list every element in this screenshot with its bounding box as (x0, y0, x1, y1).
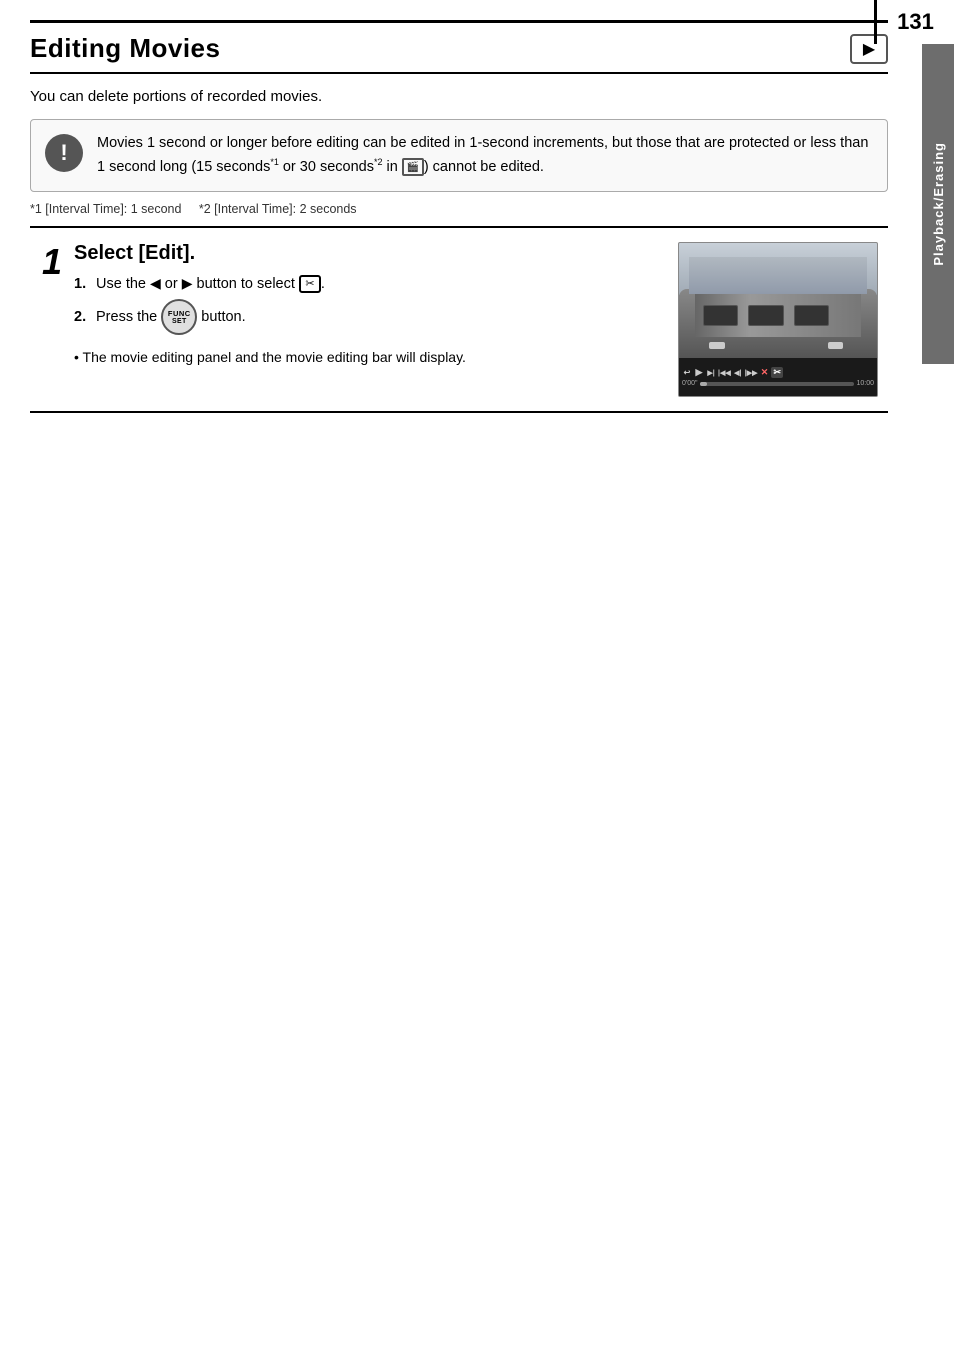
step-1-note: • The movie editing panel and the movie … (74, 347, 662, 368)
step-item-1-num: 1. (74, 276, 92, 292)
edit-scissors-icon: ✂ (299, 275, 321, 293)
pb-prev-icon[interactable]: |◀◀ (718, 369, 731, 377)
warning-text: Movies 1 second or longer before editing… (97, 132, 873, 179)
arrow-left-icon: ◀ (150, 275, 161, 292)
sidebar-chapter-tab: Playback/Erasing (922, 44, 954, 364)
pb-next-frame-icon[interactable]: ▶| (706, 369, 716, 377)
func-set-button[interactable]: FUNC SET (161, 299, 197, 335)
footnote-2: *2 [Interval Time]: 2 seconds (199, 202, 357, 216)
step-1-item-2: 2. Press the FUNC SET button. (74, 299, 662, 335)
sidebar-label: Playback/Erasing (931, 142, 946, 266)
step-item-2-num: 2. (74, 309, 92, 325)
intro-text: You can delete portions of recorded movi… (30, 88, 888, 105)
pb-slow-fwd-icon[interactable]: |▶▶ (745, 369, 758, 377)
pb-time-start: 0'00" (682, 380, 698, 387)
page-number: 131 (874, 0, 954, 44)
step-number-col: 1 (30, 242, 74, 280)
pb-play-icon[interactable]: ▶ (694, 367, 704, 378)
arrow-right-icon: ▶ (182, 275, 193, 292)
step-1-item-1: 1. Use the ◀ or ▶ button to select ✂. (74, 275, 662, 293)
page-title: Editing Movies (30, 33, 220, 64)
main-content: Editing Movies ▶ You can delete portions… (0, 0, 918, 443)
step-1-section: 1 Select [Edit]. 1. Use the ◀ or ▶ butto… (30, 226, 888, 413)
step-1-image: ↩ ▶ ▶| |◀◀ ◀| |▶▶ ✕ ✂ 0'00" 1 (678, 242, 888, 397)
pb-slow-rev-icon[interactable]: ◀| (733, 369, 743, 377)
step-1-heading: Select [Edit]. (74, 242, 662, 265)
pb-timeline: 0'00" 10:00 (682, 380, 874, 387)
step-1-note-text: The movie editing panel and the movie ed… (83, 349, 466, 365)
step-item-2-text: Press the FUNC SET button. (96, 299, 246, 335)
pb-progress-fill (700, 382, 708, 386)
screenshot: ↩ ▶ ▶| |◀◀ ◀| |▶▶ ✕ ✂ 0'00" 1 (678, 242, 878, 397)
step-item-1-text: Use the ◀ or ▶ button to select ✂. (96, 275, 325, 293)
warning-box: ! Movies 1 second or longer before editi… (30, 119, 888, 192)
pb-time-end: 10:00 (856, 380, 874, 387)
warning-icon: ! (45, 134, 83, 172)
step-1-content: Select [Edit]. 1. Use the ◀ or ▶ button … (74, 242, 678, 368)
title-row: Editing Movies ▶ (30, 20, 888, 74)
pb-back-icon[interactable]: ↩ (682, 368, 692, 377)
pb-edit-icon[interactable]: ✂ (771, 367, 783, 378)
pb-controls: ↩ ▶ ▶| |◀◀ ◀| |▶▶ ✕ ✂ (682, 367, 874, 378)
train-scene (679, 243, 877, 358)
step-number: 1 (42, 244, 62, 280)
footnotes-row: *1 [Interval Time]: 1 second *2 [Interva… (30, 202, 888, 216)
pb-progress-bar (700, 382, 855, 386)
playback-bar: ↩ ▶ ▶| |◀◀ ◀| |▶▶ ✕ ✂ 0'00" 1 (679, 358, 877, 396)
pb-close-icon[interactable]: ✕ (759, 367, 769, 378)
footnote-1: *1 [Interval Time]: 1 second (30, 202, 181, 216)
